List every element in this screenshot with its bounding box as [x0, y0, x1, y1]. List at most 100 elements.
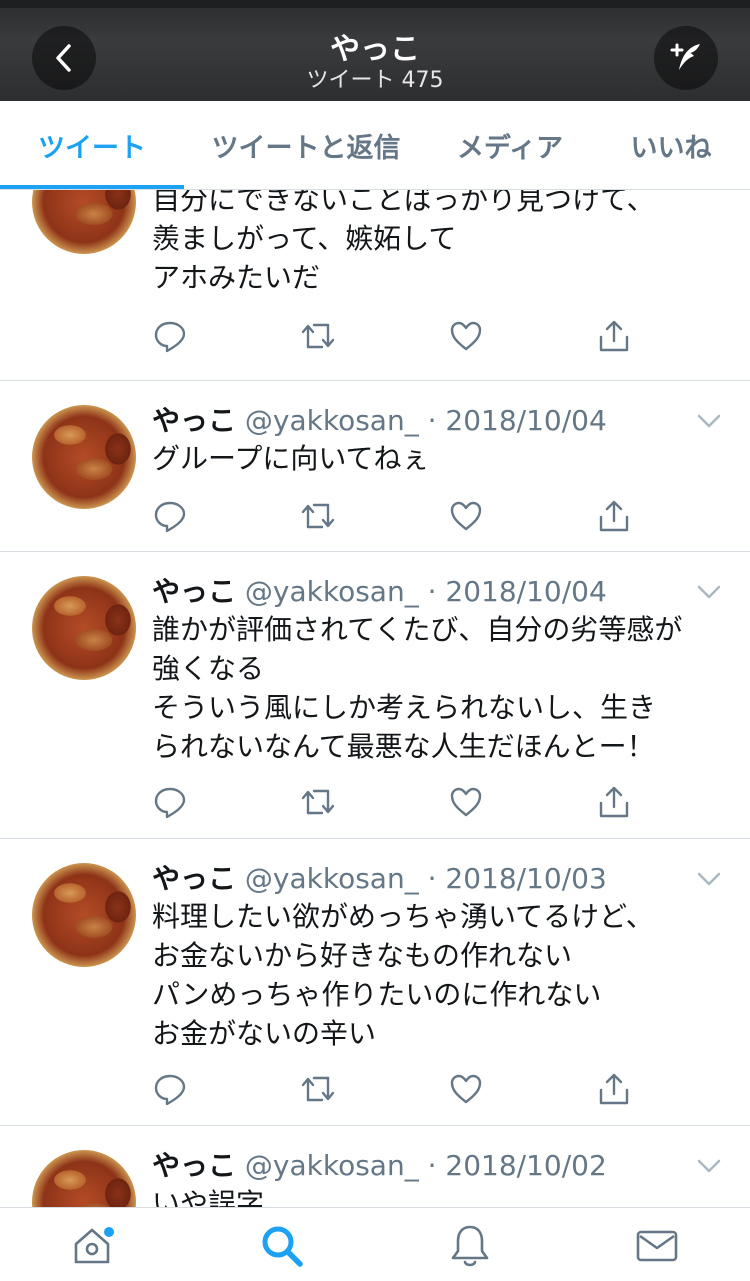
reply-icon	[154, 1074, 186, 1106]
tweet-menu-button[interactable]	[694, 582, 724, 602]
profile-tabs: ツイート ツイートと返信 メディア いいね	[0, 101, 750, 190]
chevron-down-icon	[697, 1159, 721, 1173]
tweet-text-line: 羨ましがって、嫉妬して	[152, 222, 457, 255]
tweet-text-line: そういう風にしか考えられないし、生き	[152, 691, 657, 724]
tweet-actions	[152, 784, 652, 820]
like-button[interactable]	[448, 1071, 484, 1107]
retweet-icon	[301, 503, 335, 529]
retweet-button[interactable]	[300, 784, 336, 820]
bottom-tab-bar	[0, 1207, 750, 1281]
retweet-button[interactable]	[300, 1071, 336, 1107]
nav-notifications[interactable]	[446, 1222, 494, 1270]
tweet-text-line: アホみたいだ	[152, 261, 321, 294]
tweet-handle[interactable]: @yakkosan_	[245, 862, 419, 895]
tweet-handle[interactable]: @yakkosan_	[245, 404, 419, 437]
tweet-text-line: 誰かが評価されてくたび、自分の劣等感が	[152, 613, 683, 646]
tweet-timeline[interactable]: 自分にできないことばっかり見つけて、 羨ましがって、嫉妬して アホみたいだ やっ…	[0, 190, 750, 1207]
tweet-author-name[interactable]: やっこ	[152, 575, 236, 608]
tweet-date: · 2018/10/02	[427, 1149, 607, 1182]
tweet-text-line: 自分にできないことばっかり見つけて、	[152, 190, 655, 216]
avatar[interactable]	[32, 576, 136, 680]
tweet-date: · 2018/10/04	[427, 575, 607, 608]
tweet-text: 料理したい欲がめっちゃ湧いてるけど、 お金ないから好きなもの作れない パンめっち…	[152, 897, 732, 1053]
tab-tweets[interactable]: ツイート	[0, 101, 184, 189]
avatar[interactable]	[32, 863, 136, 967]
share-button[interactable]	[596, 784, 632, 820]
tweet-text-line: られないなんて最悪な人生だほんとー！	[152, 730, 655, 763]
tweet-date: · 2018/10/04	[427, 404, 607, 437]
compose-tweet-button[interactable]	[654, 26, 718, 90]
retweet-button[interactable]	[300, 498, 336, 534]
share-button[interactable]	[596, 1071, 632, 1107]
tweet-author-name[interactable]: やっこ	[152, 1149, 236, 1182]
share-icon	[599, 500, 629, 532]
avatar[interactable]	[32, 190, 136, 254]
tweet-author-name[interactable]: やっこ	[152, 404, 236, 437]
tweet-text: いや誤字	[152, 1184, 732, 1207]
tweet-menu-button[interactable]	[694, 869, 724, 889]
tab-likes[interactable]: いいね	[592, 101, 750, 189]
tweet-handle[interactable]: @yakkosan_	[245, 575, 419, 608]
tweet-text-line: お金ないから好きなもの作れない	[152, 939, 573, 972]
tweet-menu-button[interactable]	[694, 411, 724, 431]
status-bar	[0, 0, 750, 8]
tab-tweets-and-replies[interactable]: ツイートと返信	[184, 101, 428, 189]
reply-icon	[154, 501, 186, 533]
tweet-text: 自分にできないことばっかり見つけて、 羨ましがって、嫉妬して アホみたいだ	[152, 190, 732, 297]
share-button[interactable]	[596, 318, 632, 354]
tweet-item[interactable]: やっこ @yakkosan_ · 2018/10/02 いや誤字	[0, 1126, 750, 1207]
nav-messages[interactable]	[633, 1222, 681, 1270]
tweet-text-line: いや誤字	[152, 1187, 265, 1207]
tweet-text: グループに向いてねぇ	[152, 439, 732, 478]
nav-search[interactable]	[258, 1222, 306, 1270]
tweet-item[interactable]: やっこ @yakkosan_ · 2018/10/04 グループに向いてねぇ	[0, 381, 750, 552]
retweet-button[interactable]	[300, 318, 336, 354]
heart-icon	[450, 1074, 482, 1104]
tweet-header: やっこ @yakkosan_ · 2018/10/02	[152, 1144, 607, 1184]
search-icon	[262, 1226, 303, 1267]
tweet-text-line: 強くなる	[152, 652, 265, 685]
profile-header: やっこ ツイート 475	[0, 0, 750, 101]
tweet-header: やっこ @yakkosan_ · 2018/10/04	[152, 399, 607, 439]
bell-icon	[451, 1225, 489, 1267]
retweet-icon	[301, 323, 335, 349]
tweet-text-line: 料理したい欲がめっちゃ湧いてるけど、	[152, 900, 654, 933]
reply-button[interactable]	[152, 784, 188, 820]
reply-button[interactable]	[152, 1071, 188, 1107]
reply-button[interactable]	[152, 318, 188, 354]
reply-icon	[154, 787, 186, 819]
tweet-count: ツイート 475	[306, 68, 444, 93]
tweet-text: 誰かが評価されてくたび、自分の劣等感が 強くなる そういう風にしか考えられないし…	[152, 610, 732, 766]
tweet-item[interactable]: やっこ @yakkosan_ · 2018/10/04 誰かが評価されてくたび、…	[0, 552, 750, 839]
share-icon	[599, 1073, 629, 1105]
tab-media[interactable]: メディア	[428, 101, 592, 189]
tweet-item[interactable]: 自分にできないことばっかり見つけて、 羨ましがって、嫉妬して アホみたいだ	[0, 190, 750, 381]
envelope-icon	[636, 1230, 678, 1262]
chevron-down-icon	[697, 414, 721, 428]
active-tab-indicator	[0, 185, 184, 189]
heart-icon	[450, 321, 482, 351]
retweet-icon	[301, 789, 335, 815]
avatar[interactable]	[32, 1150, 136, 1207]
new-content-dot	[104, 1227, 114, 1237]
tweet-item[interactable]: やっこ @yakkosan_ · 2018/10/03 料理したい欲がめっちゃ湧…	[0, 839, 750, 1126]
tweet-author-name[interactable]: やっこ	[152, 862, 236, 895]
heart-icon	[450, 501, 482, 531]
like-button[interactable]	[448, 498, 484, 534]
like-button[interactable]	[448, 318, 484, 354]
chevron-down-icon	[697, 585, 721, 599]
tweet-actions	[152, 498, 652, 534]
tweet-actions	[152, 1071, 652, 1107]
avatar[interactable]	[32, 405, 136, 509]
like-button[interactable]	[448, 784, 484, 820]
tweet-menu-button[interactable]	[694, 1156, 724, 1176]
reply-icon	[154, 321, 186, 353]
share-icon	[599, 320, 629, 352]
share-button[interactable]	[596, 498, 632, 534]
share-icon	[599, 786, 629, 818]
retweet-icon	[301, 1076, 335, 1102]
tweet-handle[interactable]: @yakkosan_	[245, 1149, 419, 1182]
tweet-text-line: パンめっちゃ作りたいのに作れない	[152, 978, 602, 1011]
tweet-header: やっこ @yakkosan_ · 2018/10/03	[152, 857, 607, 897]
reply-button[interactable]	[152, 498, 188, 534]
